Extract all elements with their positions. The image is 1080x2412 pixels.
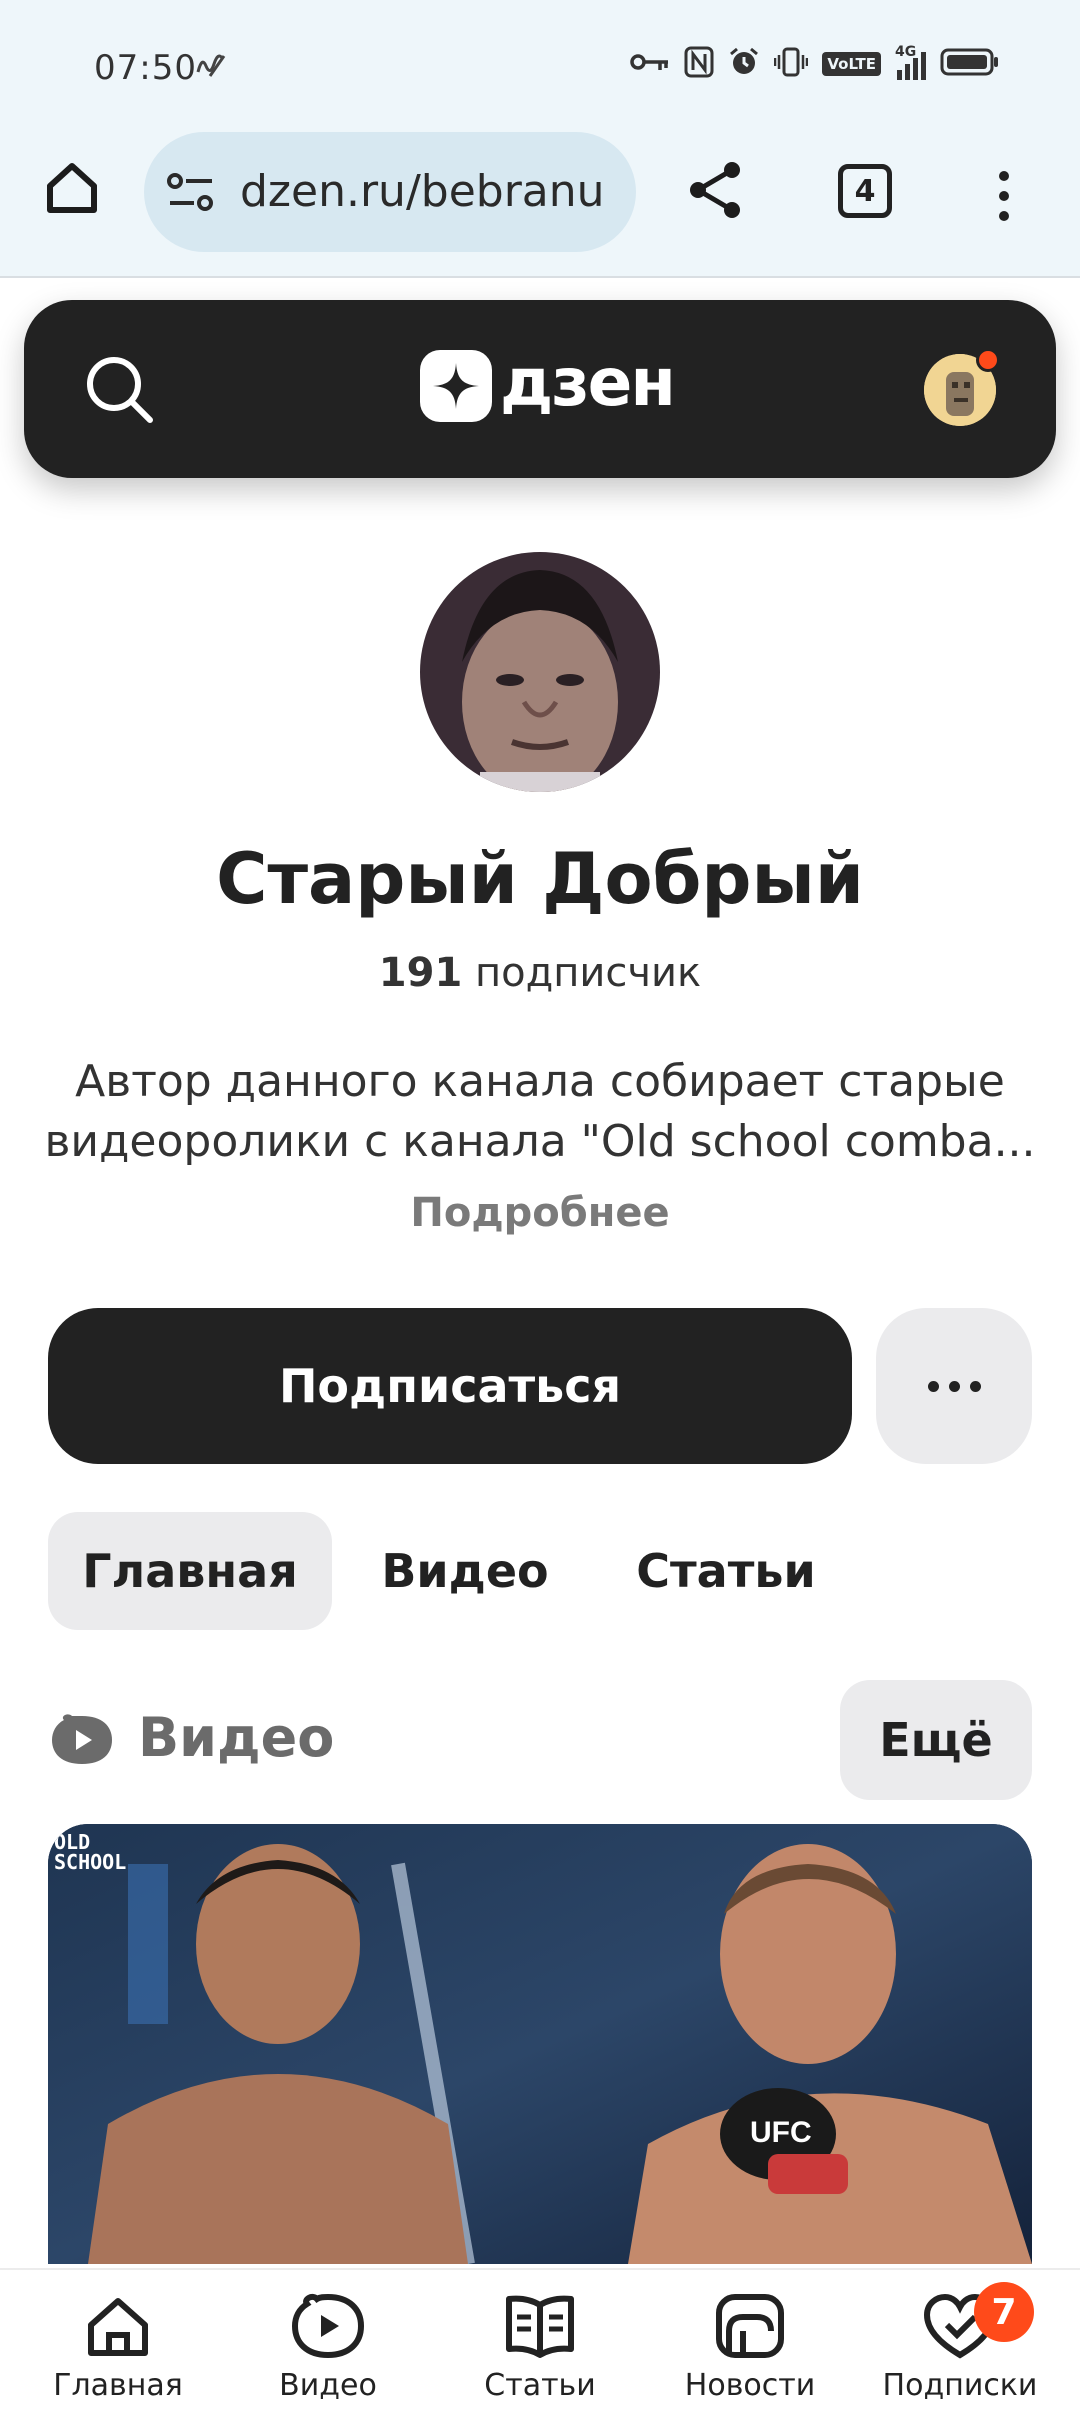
tab-switcher-button[interactable]: 4 xyxy=(838,164,892,218)
nav-articles[interactable]: Статьи xyxy=(450,2286,630,2412)
dzen-logo[interactable]: дзен xyxy=(420,344,676,422)
news-icon xyxy=(710,2286,790,2366)
nav-home-label: Главная xyxy=(53,2368,183,2403)
play-icon xyxy=(288,2286,368,2366)
video-thumbnail[interactable]: UFC OLD SCHOOL xyxy=(48,1824,1032,2264)
vibrate-icon xyxy=(774,46,809,82)
nfc-icon xyxy=(684,46,714,82)
video-section-icon xyxy=(50,1712,114,1772)
volte-icon: VoLTE xyxy=(822,52,881,76)
section-title: Видео xyxy=(138,1706,335,1769)
nav-home[interactable]: Главная xyxy=(28,2286,208,2412)
dzen-star-icon xyxy=(420,350,492,422)
home-icon xyxy=(47,163,97,213)
status-bar: 07:50 VoLTE 4G xyxy=(0,0,1080,140)
channel-options-button[interactable] xyxy=(876,1308,1032,1464)
nav-subscriptions-label: Подписки xyxy=(882,2368,1038,2403)
battery-icon xyxy=(940,46,1000,82)
nav-news[interactable]: Новости xyxy=(660,2286,840,2412)
nav-news-label: Новости xyxy=(684,2368,816,2403)
share-button[interactable] xyxy=(676,150,756,230)
nav-video-label: Видео xyxy=(279,2368,377,2403)
more-horiz-icon xyxy=(927,1380,939,1392)
channel-watermark: OLD SCHOOL xyxy=(54,1832,126,1872)
url-text[interactable]: dzen.ru/bebranu xyxy=(240,166,620,217)
subscriptions-badge: 7 xyxy=(974,2282,1034,2342)
subscribe-button[interactable]: Подписаться xyxy=(48,1308,852,1464)
book-icon xyxy=(500,2286,580,2366)
tab-articles[interactable]: Статьи xyxy=(614,1512,838,1630)
channel-avatar xyxy=(420,552,660,792)
subscriber-label: подписчик xyxy=(475,950,702,996)
site-settings-icon[interactable] xyxy=(166,170,216,218)
section-more-button[interactable]: Ещё xyxy=(840,1680,1032,1800)
notification-dot xyxy=(976,348,1000,372)
tab-video[interactable]: Видео xyxy=(360,1512,570,1630)
channel-description: Автор данного канала собирает старые вид… xyxy=(40,1052,1040,1172)
channel-name: Старый Добрый xyxy=(216,838,864,920)
browser-menu-button[interactable] xyxy=(984,156,1024,236)
dzen-logo-text: дзен xyxy=(500,343,676,421)
subscriber-count: 191 подписчик xyxy=(0,950,1080,996)
network-type-label: 4G xyxy=(895,44,917,60)
alarm-icon xyxy=(728,46,760,82)
home-button[interactable] xyxy=(36,152,108,224)
status-time: 07:50 xyxy=(94,48,197,88)
search-icon[interactable] xyxy=(84,354,156,430)
description-line-1: Автор данного канала собирает старые xyxy=(75,1056,1005,1107)
tab-main[interactable]: Главная xyxy=(48,1512,332,1630)
key-icon xyxy=(630,50,670,78)
watermark-line-1: OLD xyxy=(54,1830,91,1854)
nav-articles-label: Статьи xyxy=(484,2368,596,2403)
watermark-line-2: SCHOOL xyxy=(54,1850,127,1874)
more-vert-icon xyxy=(999,171,1009,181)
nav-video[interactable]: Видео xyxy=(238,2286,418,2412)
bottom-navigation: Главная Видео Статьи Новости Подписки xyxy=(0,2268,1080,2412)
dzen-header: дзен xyxy=(24,300,1056,478)
description-line-2: видеоролики с канала "Old school comba..… xyxy=(44,1116,1036,1167)
address-bar[interactable]: dzen.ru/bebranu xyxy=(144,132,636,252)
wave-icon xyxy=(196,52,228,84)
subscriber-number: 191 xyxy=(378,950,463,996)
browser-toolbar: dzen.ru/bebranu 4 xyxy=(0,120,1080,278)
signal-icon: 4G xyxy=(895,44,926,80)
share-icon xyxy=(690,162,740,218)
more-details-link[interactable]: Подробнее xyxy=(0,1190,1080,1236)
glove-text: UFC xyxy=(750,2116,812,2149)
home-icon xyxy=(78,2286,158,2366)
status-icons: VoLTE 4G xyxy=(630,44,1000,82)
